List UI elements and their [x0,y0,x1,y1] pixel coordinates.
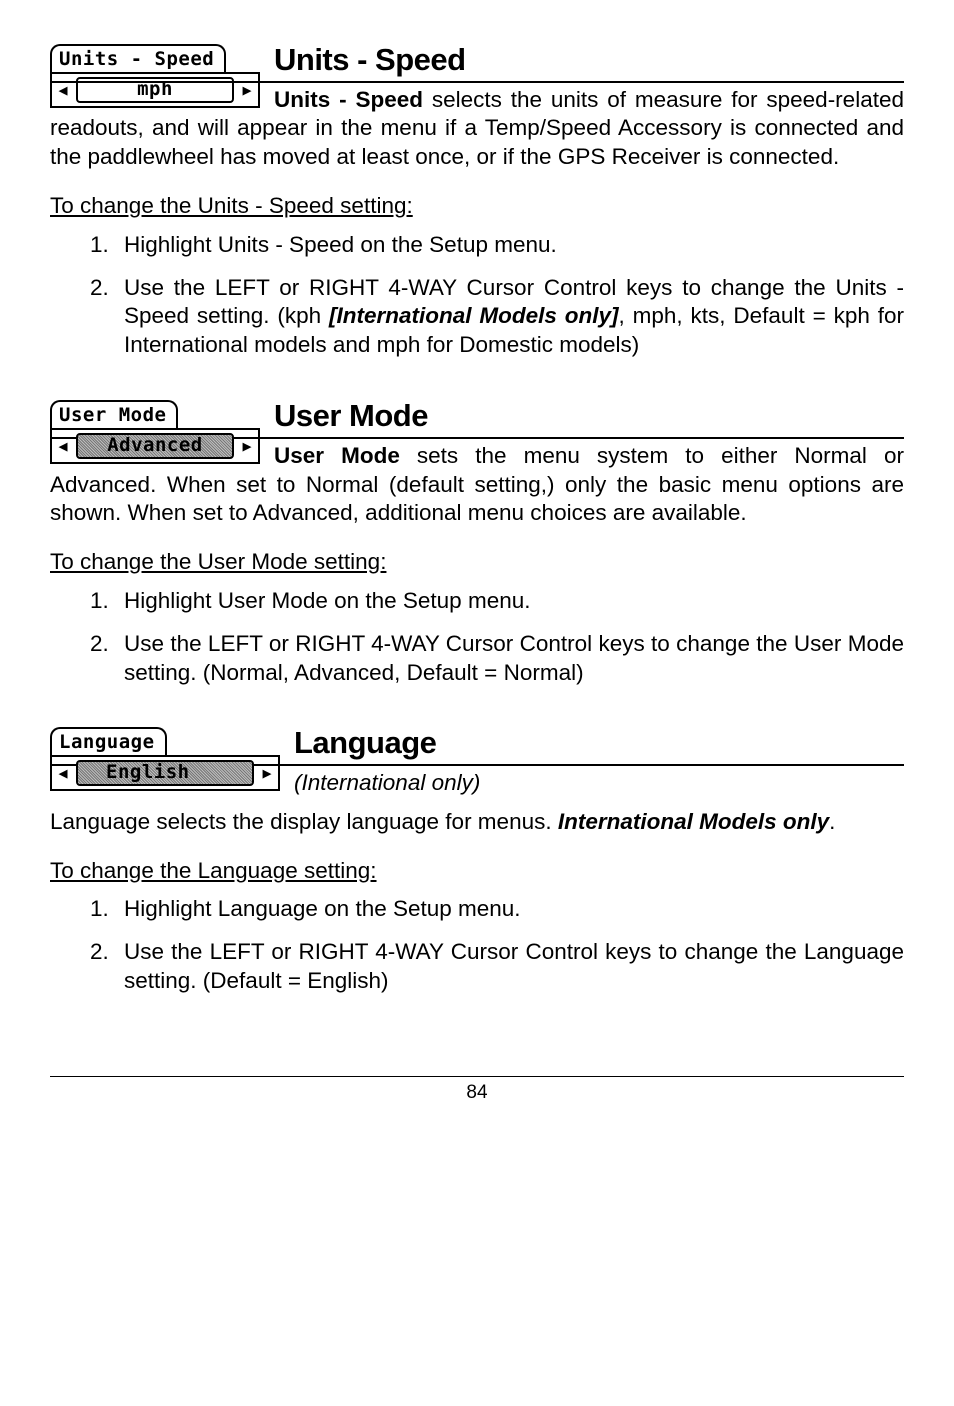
widget-title: Units - Speed [50,44,226,72]
step-number: 1. [90,587,109,616]
section-units-speed: Units - Speed ◀ mph ▶ Units - Speed Unit… [50,40,904,172]
widget-value[interactable]: English [76,760,254,786]
arrow-left-icon[interactable]: ◀ [56,439,70,454]
arrow-right-icon[interactable]: ▶ [260,766,274,781]
arrow-left-icon[interactable]: ◀ [56,83,70,98]
list-item: 2. Use the LEFT or RIGHT 4-WAY Cursor Con… [90,938,904,996]
list-item: 1. Highlight Language on the Setup menu. [90,895,904,924]
steps-language: 1.Highlight Language on the Setup menu. … [50,895,904,995]
arrow-right-icon[interactable]: ▶ [240,439,254,454]
lead-bold: Units - Speed [274,87,423,112]
widget-title: Language [50,727,167,755]
page-number: 84 [50,1081,904,1105]
list-item: 1. Highlight Units - Speed on the Setup m… [90,231,904,260]
step-text: Highlight User Mode on the Setup menu. [124,588,530,613]
step-text: Use the LEFT or RIGHT 4-WAY Cursor Contr… [124,631,904,685]
step-text: Use the LEFT or RIGHT 4-WAY Cursor Contr… [124,939,904,993]
step-text-b: [International Models only] [329,303,619,328]
list-item: 1. Highlight User Mode on the Setup menu. [90,587,904,616]
menu-widget-user-mode: User Mode ◀ Advanced ▶ [50,400,260,464]
step-number: 2. [90,938,109,967]
lang-end: . [829,809,835,834]
widget-title: User Mode [50,400,178,428]
section-language: Language ◀ English ▶ Language (Internati… [50,723,904,797]
lead-bold: User Mode [274,443,400,468]
footer-rule [50,1076,904,1077]
widget-row: ◀ Advanced ▶ [50,428,260,464]
widget-value[interactable]: Advanced [76,433,234,459]
subhead-language: To change the Language setting: [50,857,904,886]
lang-mid: selects the display language for menus. [150,809,558,834]
steps-user-mode: 1. Highlight User Mode on the Setup menu.… [50,587,904,687]
body-language: Language selects the display language fo… [50,808,904,837]
steps-units-speed: 1. Highlight Units - Speed on the Setup m… [50,231,904,360]
step-number: 1. [90,231,109,260]
step-text: Highlight Units - Speed on the Setup men… [124,232,557,257]
step-text: Highlight Language on the Setup menu. [124,896,521,921]
arrow-left-icon[interactable]: ◀ [56,766,70,781]
subhead-user-mode: To change the User Mode setting: [50,548,904,577]
arrow-right-icon[interactable]: ▶ [240,83,254,98]
lang-bold2: International Models only [558,809,829,834]
list-item: 2. Use the LEFT or RIGHT 4-WAY Cursor Con… [90,630,904,688]
step-number: 2. [90,630,109,659]
menu-widget-language: Language ◀ English ▶ [50,727,280,791]
widget-row: ◀ mph ▶ [50,72,260,108]
lang-bold1: Language [50,809,150,834]
widget-row: ◀ English ▶ [50,755,280,791]
widget-value[interactable]: mph [76,77,234,103]
step-number: 2. [90,274,109,303]
subhead-units-speed: To change the Units - Speed setting: [50,192,904,221]
step-number: 1. [90,895,109,924]
section-user-mode: User Mode ◀ Advanced ▶ User Mode User Mo… [50,396,904,528]
menu-widget-units-speed: Units - Speed ◀ mph ▶ [50,44,260,108]
list-item: 2.Use the LEFT or RIGHT 4-WAY Cursor Con… [90,274,904,360]
